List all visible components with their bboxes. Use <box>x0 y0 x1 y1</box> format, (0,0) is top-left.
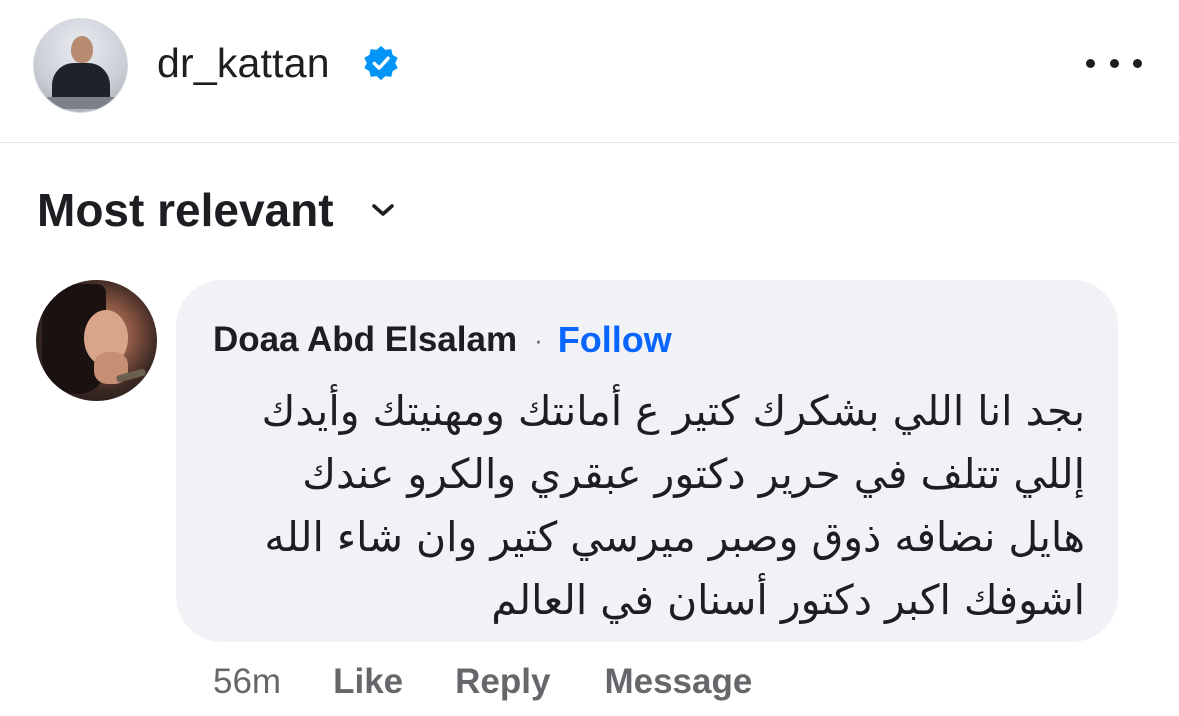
more-options-icon[interactable] <box>1086 50 1142 76</box>
commenter-avatar[interactable] <box>36 280 157 401</box>
message-button[interactable]: Message <box>604 662 752 702</box>
sort-dropdown[interactable]: Most relevant <box>37 182 398 238</box>
follow-button[interactable]: Follow <box>558 319 672 361</box>
comment-author-name[interactable]: Doaa Abd Elsalam <box>213 320 517 360</box>
header-divider <box>0 142 1179 143</box>
post-header: dr_kattan <box>0 0 1179 142</box>
avatar-desk <box>40 97 124 109</box>
profile-avatar[interactable] <box>33 18 128 113</box>
avatar-head <box>71 36 93 63</box>
profile-username[interactable]: dr_kattan <box>157 40 330 87</box>
separator-dot: · <box>534 324 543 355</box>
sort-label: Most relevant <box>37 184 334 236</box>
chevron-down-icon <box>371 204 394 216</box>
reply-button[interactable]: Reply <box>455 662 550 702</box>
comment-text: بجد انا اللي بشكرك كتير ع أمانتك ومهنيتك… <box>261 387 1085 624</box>
like-button[interactable]: Like <box>333 662 403 702</box>
comment-actions: 56m Like Reply Message <box>213 660 752 704</box>
comment-author-row: Doaa Abd Elsalam · Follow <box>213 318 672 362</box>
comment-timestamp: 56m <box>213 662 282 701</box>
verified-badge-icon <box>364 45 398 81</box>
